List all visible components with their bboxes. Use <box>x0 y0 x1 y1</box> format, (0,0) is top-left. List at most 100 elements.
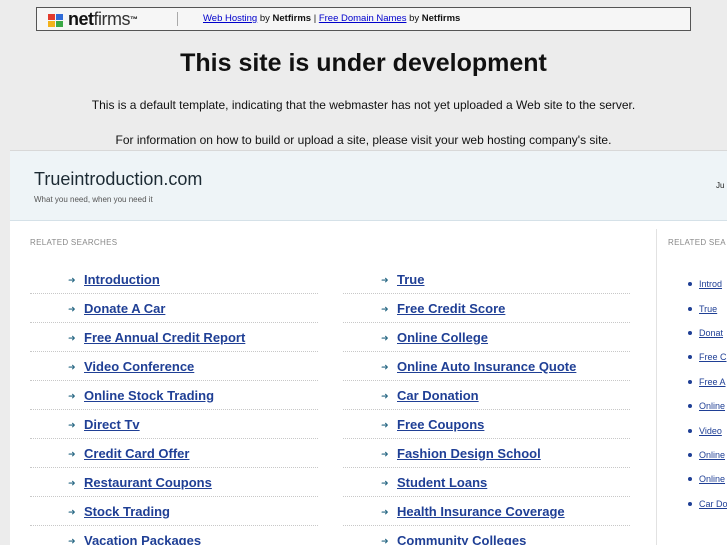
related-search-link[interactable]: True <box>397 272 424 287</box>
related-search-link[interactable]: Introduction <box>84 272 160 287</box>
hosting-info-notice: For information on how to build or uploa… <box>115 133 612 147</box>
page-title: This site is under development <box>180 49 547 77</box>
list-item: ➜ Online Stock Trading <box>30 381 318 410</box>
related-search-link[interactable]: Restaurant Coupons <box>84 475 212 490</box>
list-item: Online <box>688 443 727 467</box>
list-item: True <box>688 296 727 320</box>
arrow-right-icon: ➜ <box>68 362 76 372</box>
banner-by-text: by <box>257 13 273 24</box>
sidebar-search-link[interactable]: Free A <box>699 377 726 387</box>
bullet-icon <box>688 330 692 335</box>
arrow-right-icon: ➜ <box>381 507 389 517</box>
sidebar-search-link[interactable]: Donat <box>699 328 723 338</box>
banner-links: Web Hosting by Netfirms | Free Domain Na… <box>203 13 460 24</box>
banner-brand: Netfirms <box>272 13 312 24</box>
related-search-link[interactable]: Vacation Packages <box>84 533 201 545</box>
list-item: Introd <box>688 272 727 296</box>
arrow-right-icon: ➜ <box>381 536 389 545</box>
list-item: ➜ Student Loans <box>343 468 630 497</box>
netfirms-banner: net firms ™ Web Hosting by Netfirms | Free… <box>36 7 691 31</box>
related-search-link[interactable]: Stock Trading <box>84 504 170 519</box>
bullet-icon <box>688 282 692 287</box>
sidebar-search-link[interactable]: Online <box>699 401 725 411</box>
related-search-link[interactable]: Free Annual Credit Report <box>84 330 245 345</box>
bullet-icon <box>688 501 692 506</box>
list-item: ➜ Introduction <box>30 265 318 294</box>
list-item: ➜ Free Coupons <box>343 410 630 439</box>
netfirms-logo-icon <box>47 12 65 28</box>
sidebar-search-link[interactable]: Introd <box>699 279 722 289</box>
list-item: ➜ Free Annual Credit Report <box>30 323 318 352</box>
arrow-right-icon: ➜ <box>381 478 389 488</box>
list-item: Online <box>688 394 727 418</box>
list-item: Donat <box>688 321 727 345</box>
list-item: ➜ Online College <box>343 323 630 352</box>
site-header: Trueintroduction.com What you need, when… <box>10 151 727 221</box>
sidebar-search-link[interactable]: Online <box>699 450 725 460</box>
arrow-right-icon: ➜ <box>381 304 389 314</box>
bullet-icon <box>688 428 692 433</box>
bullet-icon <box>688 477 692 482</box>
related-search-link[interactable]: Online College <box>397 330 488 345</box>
free-domain-names-link[interactable]: Free Domain Names <box>319 13 407 24</box>
related-search-link[interactable]: Direct Tv <box>84 417 140 432</box>
related-search-link[interactable]: Free Coupons <box>397 417 484 432</box>
list-item: ➜ Health Insurance Coverage <box>343 497 630 526</box>
arrow-right-icon: ➜ <box>68 478 76 488</box>
default-template-notice: This is a default template, indicating t… <box>91 98 636 112</box>
list-item: ➜ Restaurant Coupons <box>30 468 318 497</box>
logo-text-net: net <box>68 9 94 29</box>
related-search-link[interactable]: Donate A Car <box>84 301 165 316</box>
sidebar-search-link[interactable]: True <box>699 304 717 314</box>
arrow-right-icon: ➜ <box>68 275 76 285</box>
sidebar-search-link[interactable]: Video <box>699 426 722 436</box>
list-item: ➜ Vacation Packages <box>30 526 318 545</box>
logo-trademark: ™ <box>130 15 138 24</box>
bullet-icon <box>688 355 692 360</box>
arrow-right-icon: ➜ <box>68 333 76 343</box>
related-searches-column-2: ➜ True ➜ Free Credit Score ➜ Online College… <box>343 265 630 545</box>
related-search-link[interactable]: Fashion Design School <box>397 446 541 461</box>
list-item: Car Do <box>688 492 727 516</box>
related-search-link[interactable]: Student Loans <box>397 475 487 490</box>
list-item: ➜ Direct Tv <box>30 410 318 439</box>
list-item: ➜ Car Donation <box>343 381 630 410</box>
arrow-right-icon: ➜ <box>68 391 76 401</box>
banner-by-text: by <box>406 13 422 24</box>
banner-brand: Netfirms <box>421 13 461 24</box>
arrow-right-icon: ➜ <box>381 449 389 459</box>
list-item: Free A <box>688 370 727 394</box>
list-item: ➜ True <box>343 265 630 294</box>
list-item: ➜ Fashion Design School <box>343 439 630 468</box>
list-item: ➜ Donate A Car <box>30 294 318 323</box>
arrow-right-icon: ➜ <box>381 391 389 401</box>
list-item: ➜ Online Auto Insurance Quote <box>343 352 630 381</box>
related-search-link[interactable]: Health Insurance Coverage <box>397 504 565 519</box>
arrow-right-icon: ➜ <box>381 333 389 343</box>
sidebar-search-link[interactable]: Free C <box>699 352 727 362</box>
netfirms-logo[interactable]: net firms ™ <box>47 9 138 30</box>
related-search-link[interactable]: Credit Card Offer <box>84 446 189 461</box>
site-title[interactable]: Trueintroduction.com <box>34 169 202 190</box>
list-item: Video <box>688 418 727 442</box>
bullet-icon <box>688 379 692 384</box>
related-searches-column-1: ➜ Introduction ➜ Donate A Car ➜ Free Annual… <box>30 265 318 545</box>
header-right-text: Ju <box>716 181 725 190</box>
related-search-link[interactable]: Online Stock Trading <box>84 388 214 403</box>
bullet-icon <box>688 306 692 311</box>
web-hosting-link[interactable]: Web Hosting <box>203 13 257 24</box>
banner-separator: | <box>311 13 319 24</box>
related-search-link[interactable]: Community Colleges <box>397 533 526 545</box>
sidebar-search-link[interactable]: Online <box>699 474 725 484</box>
list-item: ➜ Stock Trading <box>30 497 318 526</box>
related-search-link[interactable]: Car Donation <box>397 388 479 403</box>
sidebar-search-link[interactable]: Car Do <box>699 499 727 509</box>
sidebar-related-searches: Introd True Donat Free C Free A Online V… <box>688 272 727 516</box>
arrow-right-icon: ➜ <box>381 420 389 430</box>
list-item: ➜ Community Colleges <box>343 526 630 545</box>
bullet-icon <box>688 404 692 409</box>
related-search-link[interactable]: Online Auto Insurance Quote <box>397 359 576 374</box>
bullet-icon <box>688 452 692 457</box>
related-search-link[interactable]: Free Credit Score <box>397 301 505 316</box>
related-search-link[interactable]: Video Conference <box>84 359 194 374</box>
